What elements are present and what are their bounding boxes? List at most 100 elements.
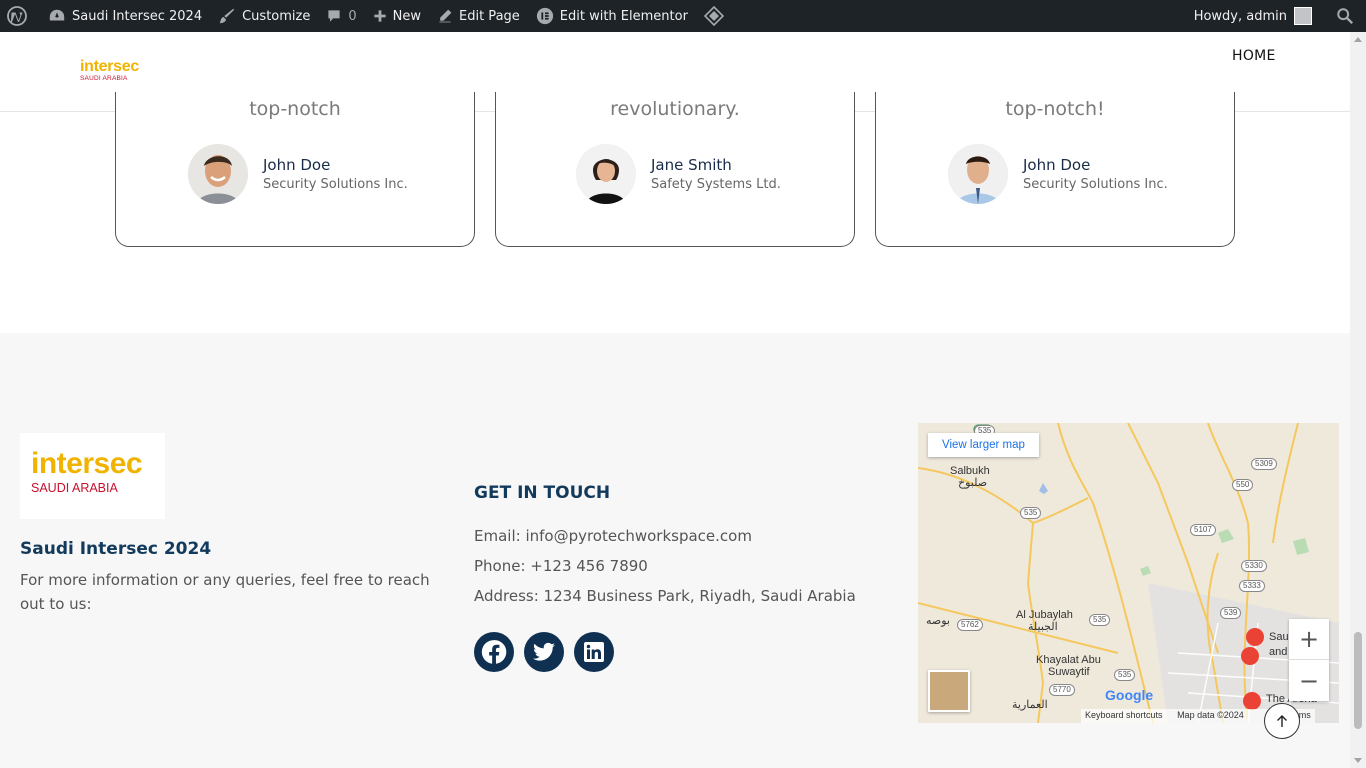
- road-badge: 535: [1114, 669, 1136, 681]
- satellite-toggle[interactable]: [928, 670, 970, 712]
- testimonial-author: John Doe Security Solutions Inc.: [948, 144, 1168, 204]
- map-label: العمارية: [1012, 699, 1048, 711]
- map-label: Salbukh: [950, 465, 990, 477]
- testimonial-quote: revolutionary.: [610, 98, 740, 120]
- customize-label: Customize: [242, 8, 311, 24]
- admin-bar-right: Howdy, admin: [1186, 0, 1366, 32]
- testimonial-quote: top-notch: [249, 98, 341, 120]
- map-label: الجبيلة: [1028, 621, 1058, 633]
- map-label: Khayalat Abu: [1036, 654, 1101, 666]
- road-badge: 5107: [1190, 524, 1216, 536]
- footer-logo-subtext: SAUDI ARABIA: [31, 481, 118, 495]
- wordpress-logo-button[interactable]: [0, 0, 40, 32]
- new-label: New: [392, 8, 421, 24]
- diamond-tool-button[interactable]: [696, 0, 738, 32]
- facebook-icon: [481, 640, 507, 664]
- author-company: Safety Systems Ltd.: [651, 177, 781, 192]
- testimonial-card: top-notch! John Doe Security Solutions I…: [875, 92, 1235, 247]
- road-badge: 550: [1232, 479, 1254, 491]
- edit-elementor-button[interactable]: Edit with Elementor: [528, 0, 696, 32]
- view-larger-map-link[interactable]: View larger map: [928, 433, 1039, 457]
- google-logo: Google: [1105, 687, 1154, 703]
- search-icon: [1337, 8, 1354, 25]
- nav-home-link[interactable]: HOME: [1232, 48, 1276, 64]
- twitter-button[interactable]: [524, 632, 564, 672]
- edit-elementor-label: Edit with Elementor: [559, 8, 688, 24]
- comments-button[interactable]: 0: [318, 0, 364, 32]
- road-badge: 539: [1220, 607, 1242, 619]
- dashboard-icon: [49, 9, 65, 21]
- elementor-icon: [536, 7, 553, 25]
- author-photo: [576, 144, 636, 204]
- page-scrollbar[interactable]: [1350, 32, 1366, 768]
- author-name: John Doe: [1023, 156, 1091, 174]
- scroll-thumb[interactable]: [1354, 632, 1362, 729]
- wp-admin-bar: Saudi Intersec 2024 Customize 0 New Edit…: [0, 0, 1366, 32]
- scroll-up-arrow[interactable]: [1354, 37, 1362, 42]
- site-footer: intersec SAUDI ARABIA Saudi Intersec 202…: [0, 333, 1350, 768]
- road-badge: 5333: [1239, 580, 1265, 592]
- scroll-to-top-button[interactable]: [1264, 703, 1300, 739]
- howdy-label: Howdy, admin: [1193, 8, 1287, 24]
- author-photo: [948, 144, 1008, 204]
- edit-page-label: Edit Page: [459, 8, 520, 24]
- facebook-button[interactable]: [474, 632, 514, 672]
- comments-count: 0: [348, 8, 357, 24]
- road-badge: 535: [1020, 507, 1042, 519]
- linkedin-button[interactable]: [574, 632, 614, 672]
- logo-subtext: SAUDI ARABIA: [80, 75, 128, 82]
- contact-address: Address: 1234 Business Park, Riyadh, Sau…: [474, 587, 856, 605]
- author-photo: [188, 144, 248, 204]
- google-map[interactable]: Salbukh صلبوخ Al Jubaylah الجبيلة Khayal…: [918, 423, 1339, 723]
- map-label: بوصه: [926, 615, 950, 627]
- road-badge: 5762: [957, 619, 983, 631]
- testimonial-quote: top-notch!: [1005, 98, 1105, 120]
- plus-icon: [374, 10, 386, 22]
- road-badge: 5770: [1049, 684, 1075, 696]
- author-name: John Doe: [263, 156, 331, 174]
- zoom-in-button[interactable]: +: [1289, 619, 1329, 660]
- footer-description: For more information or any queries, fee…: [20, 571, 430, 613]
- twitter-icon: [533, 642, 555, 661]
- get-in-touch-heading: GET IN TOUCH: [474, 483, 611, 503]
- logo-text: intersec: [80, 58, 139, 75]
- footer-logo-text: intersec: [31, 447, 143, 480]
- author-company: Security Solutions Inc.: [263, 177, 408, 192]
- new-button[interactable]: New: [365, 0, 429, 32]
- road-badge: 5309: [1251, 458, 1277, 470]
- admin-search-button[interactable]: [1320, 0, 1366, 32]
- testimonial-author: John Doe Security Solutions Inc.: [188, 144, 408, 204]
- map-label: صلبوخ: [958, 477, 988, 489]
- map-label: Sau: [1269, 631, 1289, 643]
- footer-logo[interactable]: intersec SAUDI ARABIA: [20, 433, 165, 519]
- account-button[interactable]: Howdy, admin: [1186, 0, 1320, 32]
- pencil-icon: [439, 9, 452, 23]
- testimonial-author: Jane Smith Safety Systems Ltd.: [576, 144, 781, 204]
- road-badge: 535: [1089, 614, 1111, 626]
- comment-icon: [328, 10, 340, 22]
- social-links: [474, 632, 624, 672]
- map-label: Al Jubaylah: [1016, 609, 1073, 621]
- testimonial-card: revolutionary. Jane Smith Safety Systems…: [495, 92, 855, 247]
- keyboard-shortcuts-link[interactable]: Keyboard shortcuts: [1085, 710, 1163, 720]
- contact-email[interactable]: Email: info@pyrotechworkspace.com: [474, 527, 752, 545]
- diamond-icon: [703, 6, 724, 26]
- avatar: [1294, 7, 1312, 25]
- brush-icon: [219, 8, 235, 24]
- map-data-label: Map data ©2024: [1177, 710, 1244, 720]
- zoom-out-button[interactable]: −: [1289, 660, 1329, 701]
- site-name-label: Saudi Intersec 2024: [72, 8, 203, 24]
- testimonial-card: top-notch John Doe Security Solutions In…: [115, 92, 475, 247]
- testimonials-section: top-notch John Doe Security Solutions In…: [0, 92, 1350, 333]
- site-name-button[interactable]: Saudi Intersec 2024: [40, 0, 210, 32]
- contact-phone[interactable]: Phone: +123 456 7890: [474, 557, 648, 575]
- scroll-down-arrow[interactable]: [1354, 758, 1362, 763]
- author-name: Jane Smith: [651, 156, 732, 174]
- customize-button[interactable]: Customize: [210, 0, 318, 32]
- site-logo[interactable]: intersec SAUDI ARABIA: [80, 59, 139, 83]
- map-label: Suwaytif: [1048, 666, 1090, 678]
- author-company: Security Solutions Inc.: [1023, 177, 1168, 192]
- linkedin-icon: [584, 642, 604, 662]
- footer-title: Saudi Intersec 2024: [20, 539, 212, 559]
- edit-page-button[interactable]: Edit Page: [429, 0, 528, 32]
